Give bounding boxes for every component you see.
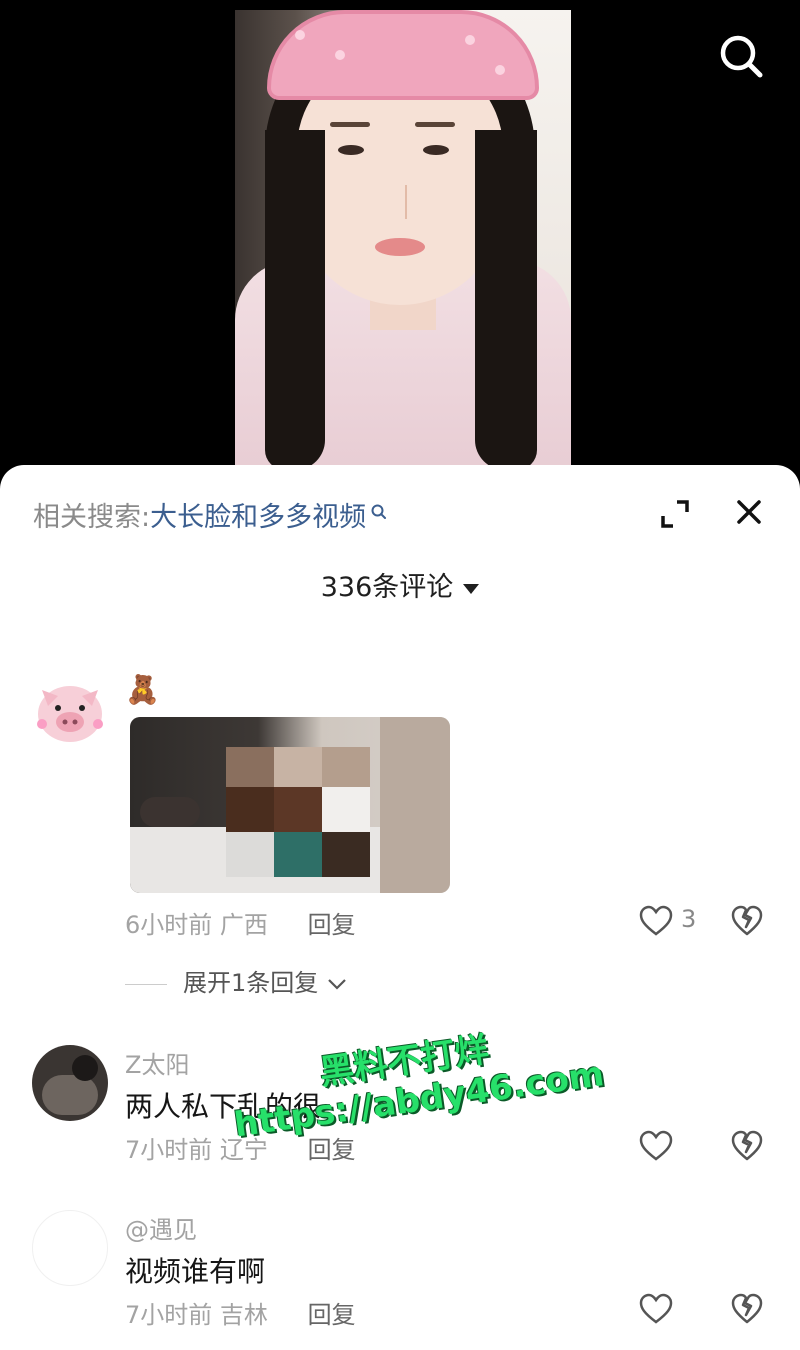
chevron-down-icon — [328, 979, 346, 990]
comment-location: 吉林 — [219, 1301, 268, 1329]
reply-button[interactable]: 回复 — [308, 1136, 356, 1164]
comment-emoji: 🧸 — [125, 673, 160, 706]
comment-location: 广西 — [219, 911, 268, 939]
related-search-prefix: 相关搜索: — [33, 502, 151, 533]
expand-replies-label: 展开1条回复 — [183, 969, 319, 997]
like-icon[interactable] — [638, 1130, 678, 1164]
comment-count-row[interactable]: 336条评论 — [0, 565, 800, 604]
comment-time: 7小时前 — [125, 1301, 213, 1329]
reply-button[interactable]: 回复 — [308, 911, 356, 939]
dislike-icon[interactable] — [730, 905, 766, 939]
comment-author[interactable]: @遇见 — [125, 1210, 197, 1245]
avatar[interactable] — [32, 1045, 108, 1121]
comment-image[interactable] — [130, 717, 450, 893]
avatar[interactable] — [32, 1210, 108, 1286]
like-icon[interactable] — [638, 905, 678, 939]
related-search[interactable]: 相关搜索:大长脸和多多视频 — [33, 495, 388, 534]
video-frame[interactable] — [235, 10, 571, 470]
comment-count: 336条评论 — [320, 572, 454, 603]
comment-meta: 6小时前 广西 回复 — [125, 905, 356, 940]
pig-face-icon — [37, 686, 103, 742]
comment-location: 辽宁 — [219, 1136, 268, 1164]
like-icon[interactable] — [638, 1293, 678, 1327]
comment-meta: 7小时前 辽宁 回复 — [125, 1130, 356, 1165]
dislike-icon[interactable] — [730, 1130, 766, 1164]
dislike-icon[interactable] — [730, 1293, 766, 1327]
avatar[interactable] — [32, 672, 108, 748]
comment-text: 两人私下乱的很 — [125, 1090, 322, 1123]
caret-down-icon — [463, 583, 480, 594]
comment-time: 6小时前 — [125, 911, 213, 939]
sheet-header: 相关搜索:大长脸和多多视频 — [0, 465, 800, 565]
comment-time: 7小时前 — [125, 1136, 213, 1164]
comment-author[interactable]: Z太阳 — [125, 1045, 189, 1080]
video-player[interactable] — [0, 0, 800, 490]
like-count: 3 — [681, 905, 697, 933]
comment-meta: 7小时前 吉林 回复 — [125, 1295, 356, 1330]
comment-text: 视频谁有啊 — [125, 1255, 266, 1288]
close-icon[interactable] — [734, 497, 764, 527]
reply-button[interactable]: 回复 — [308, 1301, 356, 1329]
search-icon[interactable] — [714, 30, 766, 82]
related-search-query[interactable]: 大长脸和多多视频 — [150, 502, 366, 533]
expand-icon[interactable] — [658, 497, 692, 531]
comment-sheet: 相关搜索:大长脸和多多视频 336条评论 🧸 6小时前 广西 回复 3 展开1条… — [0, 465, 800, 1350]
search-icon — [370, 497, 388, 528]
expand-replies-button[interactable]: 展开1条回复 — [125, 963, 348, 998]
